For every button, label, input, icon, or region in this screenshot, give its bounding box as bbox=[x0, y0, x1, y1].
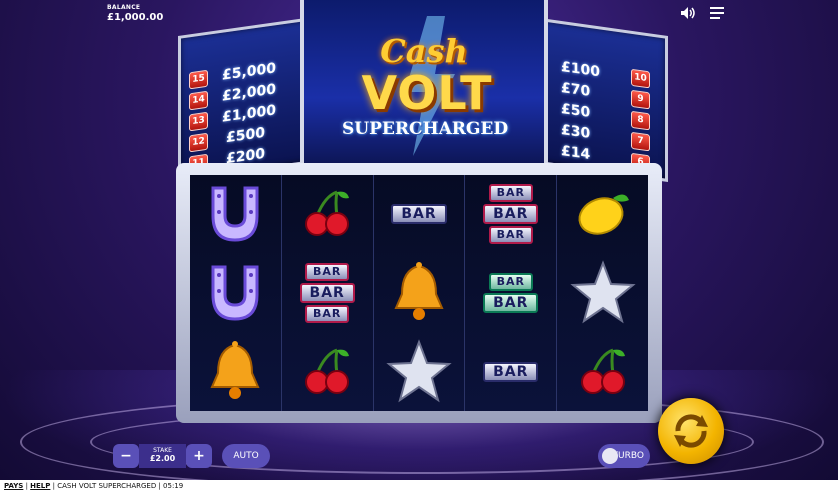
reel-3: BAR bbox=[372, 175, 465, 411]
bar-label: BAR bbox=[483, 293, 539, 313]
balance-display: BALANCE £1,000.00 bbox=[107, 4, 163, 23]
menu-icon[interactable] bbox=[710, 7, 724, 19]
bell-icon bbox=[190, 333, 281, 411]
single-bar-symbol: BAR bbox=[374, 175, 465, 253]
reel-4: BAR BAR BAR BAR BAR BAR bbox=[464, 175, 556, 411]
cherries-icon bbox=[282, 175, 373, 253]
pays-link[interactable]: PAYS bbox=[4, 482, 23, 490]
star-icon bbox=[374, 333, 465, 411]
footer-bar: PAYS | HELP | CASH VOLT SUPERCHARGED | 0… bbox=[0, 480, 838, 492]
turbo-icon bbox=[602, 448, 618, 464]
logo-supercharged-text: SUPERCHARGED bbox=[342, 119, 509, 139]
horseshoe-icon bbox=[190, 254, 281, 332]
horseshoe-icon bbox=[190, 175, 281, 253]
increase-stake-button[interactable]: + bbox=[186, 444, 212, 468]
stake-value: £2.00 bbox=[149, 454, 176, 463]
prize-amount: £500 bbox=[226, 124, 265, 147]
bar-label: BAR bbox=[483, 362, 539, 382]
reel-1 bbox=[190, 175, 281, 411]
spin-button[interactable] bbox=[658, 398, 724, 464]
bar-label: BAR bbox=[483, 204, 539, 224]
clock: 05:19 bbox=[163, 482, 184, 490]
reel-2: BAR BAR BAR bbox=[280, 175, 373, 411]
bar-label: BAR bbox=[391, 204, 447, 224]
stake-display: STAKE £2.00 bbox=[139, 444, 186, 468]
logo-volt-text: VOLT bbox=[361, 66, 493, 120]
reel-frame: BAR BAR BAR BAR BAR BAR BAR BAR BAR BAR bbox=[176, 163, 662, 423]
autoplay-button[interactable]: AUTO bbox=[222, 444, 270, 468]
balance-label: BALANCE bbox=[107, 4, 141, 11]
bar-label: BAR bbox=[299, 283, 355, 303]
bell-icon bbox=[374, 254, 465, 332]
level-badge: 12 bbox=[189, 132, 208, 152]
level-badge: 14 bbox=[189, 90, 208, 110]
double-bar-symbol: BAR BAR bbox=[465, 254, 556, 332]
balance-value: £1,000.00 bbox=[107, 12, 164, 23]
bar-label: BAR bbox=[488, 273, 533, 291]
level-badge: 15 bbox=[189, 69, 208, 89]
spin-arrows-icon bbox=[674, 414, 708, 448]
logo-cash-text: Cash bbox=[380, 32, 468, 70]
lemon-icon bbox=[557, 175, 648, 253]
game-name: CASH VOLT SUPERCHARGED bbox=[57, 482, 157, 490]
help-link[interactable]: HELP bbox=[30, 482, 50, 490]
left-paytable-panel: 15 £5,000 14 £2,000 13 £1,000 12 £500 11… bbox=[178, 16, 320, 182]
bar-label: BAR bbox=[305, 263, 350, 281]
cherries-icon bbox=[557, 333, 648, 411]
triple-bar-symbol: BAR BAR BAR bbox=[465, 175, 556, 253]
cherries-icon bbox=[282, 333, 373, 411]
single-bar-symbol: BAR bbox=[465, 333, 556, 411]
triple-bar-symbol: BAR BAR BAR bbox=[282, 254, 373, 332]
level-badge: 13 bbox=[189, 111, 208, 131]
bar-label: BAR bbox=[305, 305, 350, 323]
level-badge: 8 bbox=[631, 110, 650, 130]
stake-label: STAKE bbox=[153, 447, 172, 454]
reel-5 bbox=[556, 175, 648, 411]
reel-area: BAR BAR BAR BAR BAR BAR BAR BAR BAR BAR bbox=[190, 175, 648, 411]
star-icon bbox=[557, 254, 648, 332]
sound-icon[interactable] bbox=[680, 6, 696, 20]
level-badge: 9 bbox=[631, 89, 650, 109]
prize-amount: £1,000 bbox=[222, 102, 277, 126]
level-badge: 7 bbox=[631, 131, 650, 151]
bar-label: BAR bbox=[488, 226, 533, 244]
turbo-button[interactable]: TURBO bbox=[598, 444, 650, 468]
bar-label: BAR bbox=[488, 184, 533, 202]
decrease-stake-button[interactable]: − bbox=[113, 444, 139, 468]
level-badge: 10 bbox=[631, 68, 650, 88]
game-logo: Cash VOLT SUPERCHARGED bbox=[300, 0, 548, 170]
